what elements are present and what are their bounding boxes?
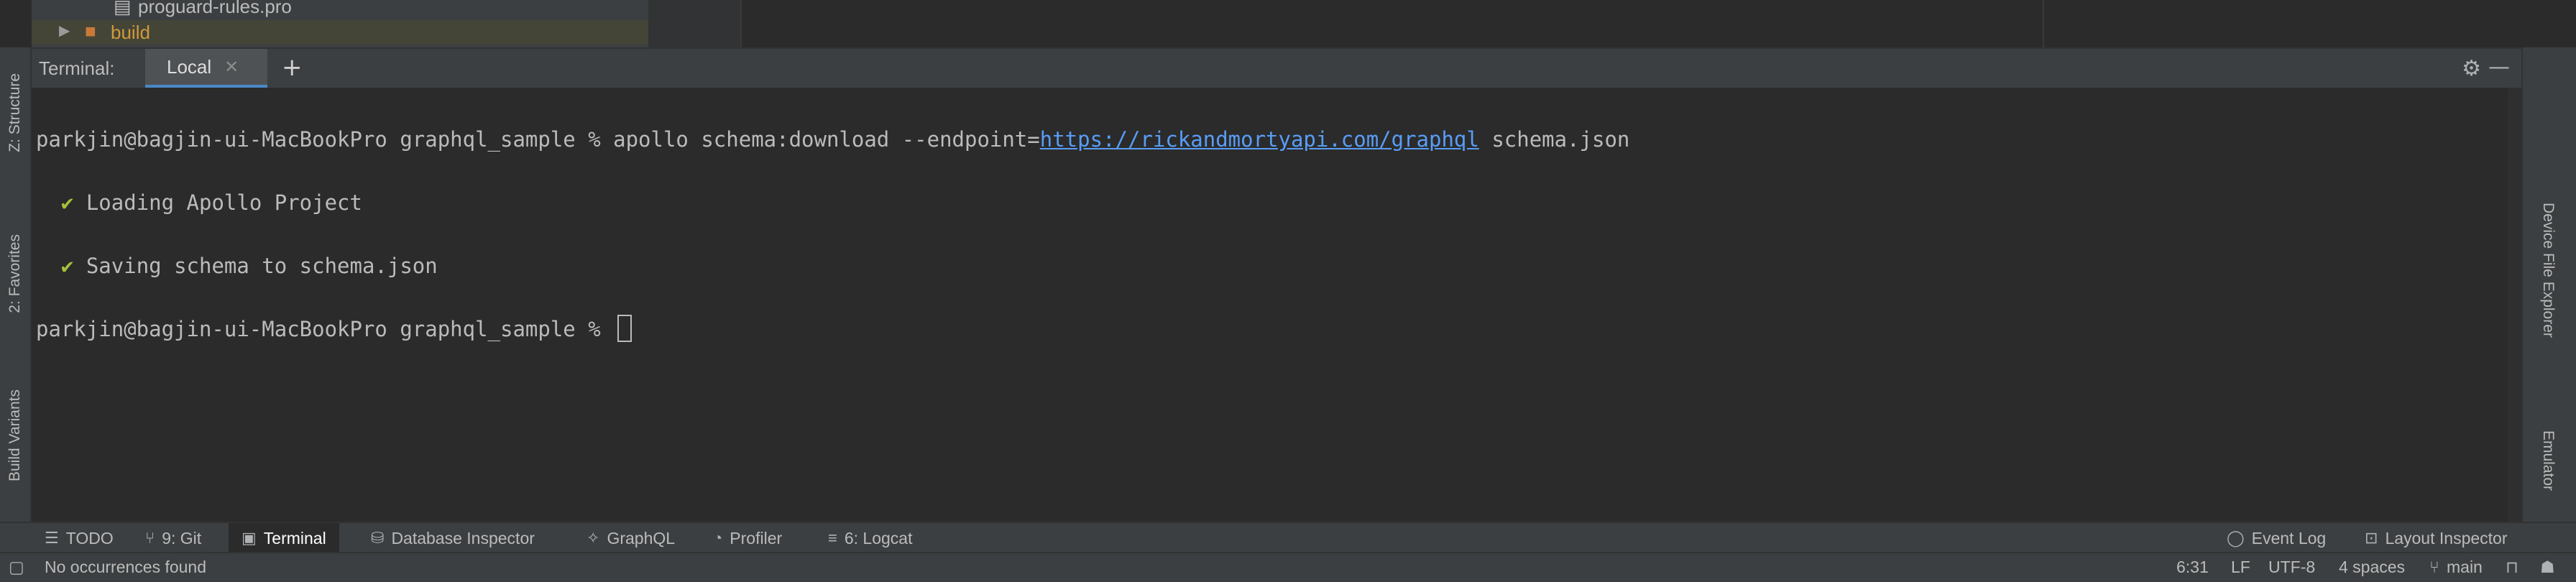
tool-todo[interactable]: ☰ TODO <box>45 523 114 553</box>
terminal-icon: ▣ <box>242 529 257 547</box>
emulator-label: Emulator <box>2540 430 2557 491</box>
tool-layout-inspector[interactable]: ⊡ Layout Inspector <box>2365 523 2508 553</box>
branch-icon: ⑂ <box>145 529 155 547</box>
speech-bubble-icon: ◯ <box>2227 529 2245 547</box>
status-bar: ▢ No occurrences found 6:31 LF UTF-8 4 s… <box>0 552 2576 582</box>
terminal-line-loading: ✔ Loading Apollo Project <box>36 187 1629 218</box>
endpoint-link[interactable]: https://rickandmortyapi.com/graphql <box>1040 127 1479 152</box>
command-tail: schema.json <box>1478 127 1630 152</box>
terminal-line-prompt: parkjin@bagjin-ui-MacBookPro graphql_sam… <box>36 313 1629 345</box>
tool-profiler[interactable]: ◔ Profiler <box>713 523 782 553</box>
logcat-label: 6: Logcat <box>844 528 913 548</box>
lock-icon[interactable]: ⊓ <box>2506 558 2518 577</box>
tab-local[interactable]: Local ✕ <box>145 49 267 88</box>
project-tree-panel: ▤ proguard-rules.pro ▶ ■ build <box>32 0 648 47</box>
tool-event-log[interactable]: ◯ Event Log <box>2227 523 2326 553</box>
expand-arrow-icon[interactable]: ▶ <box>59 22 70 40</box>
prompt-text: parkjin@bagjin-ui-MacBookPro graphql_sam… <box>36 127 1040 152</box>
graphql-label: GraphQL <box>607 528 676 548</box>
layout-inspector-label: Layout Inspector <box>2385 528 2508 548</box>
event-log-label: Event Log <box>2251 528 2327 548</box>
right-tool-stripe: Device File Explorer Emulator <box>2521 47 2576 522</box>
build-variants-label: Build Variants <box>6 389 23 481</box>
inspector-icon: ⊡ <box>2365 529 2378 547</box>
tab-favorites[interactable]: 2: Favorites <box>0 205 30 342</box>
editor-area <box>648 0 2523 47</box>
database-icon: ⛁ <box>371 529 385 547</box>
terminal-title: Terminal: <box>39 57 115 79</box>
tool-logcat[interactable]: ≡ 6: Logcat <box>828 523 912 553</box>
structure-label: Z: Structure <box>6 73 23 152</box>
gear-icon[interactable]: ⚙ <box>2462 56 2481 81</box>
device-file-explorer-label: Device File Explorer <box>2540 203 2557 338</box>
database-inspector-label: Database Inspector <box>391 528 535 548</box>
left-tool-stripe: Z: Structure 2: Favorites Build Variants <box>0 47 32 522</box>
loading-text: Loading Apollo Project <box>73 190 362 215</box>
graphql-icon: ✧ <box>586 529 600 547</box>
indent-setting[interactable]: 4 spaces <box>2339 558 2405 577</box>
git-branch[interactable]: main <box>2447 558 2483 577</box>
folder-icon: ■ <box>85 20 96 42</box>
todo-label: TODO <box>65 528 114 548</box>
git-label: 9: Git <box>162 528 202 548</box>
tool-graphql[interactable]: ✧ GraphQL <box>586 523 675 553</box>
terminal-line-saving: ✔ Saving schema to schema.json <box>36 250 1629 282</box>
terminal-label: Terminal <box>263 528 326 548</box>
terminal-header: Terminal: Local ✕ + ⚙ — <box>32 47 2521 91</box>
toggle-panels-icon[interactable]: ▢ <box>9 558 24 577</box>
terminal-output[interactable]: parkjin@bagjin-ui-MacBookPro graphql_sam… <box>32 88 2521 522</box>
check-icon: ✔ <box>60 254 74 278</box>
tree-item-build[interactable]: build <box>111 22 150 44</box>
tab-local-label: Local <box>167 55 212 78</box>
gauge-icon: ◔ <box>713 529 723 547</box>
tab-structure[interactable]: Z: Structure <box>0 52 30 174</box>
tab-emulator[interactable]: Emulator <box>2533 407 2563 514</box>
right-margin-guide <box>2043 0 2044 47</box>
favorites-label: 2: Favorites <box>6 234 23 313</box>
tool-terminal[interactable]: ▣ Terminal <box>229 523 339 553</box>
prompt-text: parkjin@bagjin-ui-MacBookPro graphql_sam… <box>36 317 614 341</box>
editor-gutter <box>650 0 742 47</box>
tool-window-bar: ☰ TODO ⑂ 9: Git ▣ Terminal ⛁ Database In… <box>0 522 2576 553</box>
file-icon: ▤ <box>114 0 132 17</box>
minimize-icon[interactable]: — <box>2488 55 2510 80</box>
scrollbar[interactable] <box>2508 88 2521 522</box>
list-icon: ☰ <box>45 529 59 547</box>
add-tab-button[interactable]: + <box>282 53 303 82</box>
tree-item-proguard[interactable]: proguard-rules.pro <box>138 0 292 18</box>
caret-position[interactable]: 6:31 <box>2176 558 2209 577</box>
close-icon[interactable]: ✕ <box>224 57 239 77</box>
tool-git[interactable]: ⑂ 9: Git <box>145 523 201 553</box>
line-separator[interactable]: LF <box>2231 558 2250 577</box>
text-cursor <box>617 315 632 342</box>
terminal-line-command: parkjin@bagjin-ui-MacBookPro graphql_sam… <box>36 124 1629 155</box>
saving-text: Saving schema to schema.json <box>73 254 438 278</box>
file-encoding[interactable]: UTF-8 <box>2268 558 2315 577</box>
status-message: No occurrences found <box>45 558 207 576</box>
branch-icon: ⑂ <box>2429 558 2439 576</box>
logcat-icon: ≡ <box>828 529 837 547</box>
profiler-label: Profiler <box>730 528 783 548</box>
tab-build-variants[interactable]: Build Variants <box>0 356 30 514</box>
tab-device-file-explorer[interactable]: Device File Explorer <box>2533 177 2563 364</box>
inspector-hat-icon[interactable]: ☗ <box>2540 558 2555 577</box>
check-icon: ✔ <box>60 190 74 215</box>
tool-database-inspector[interactable]: ⛁ Database Inspector <box>371 523 535 553</box>
